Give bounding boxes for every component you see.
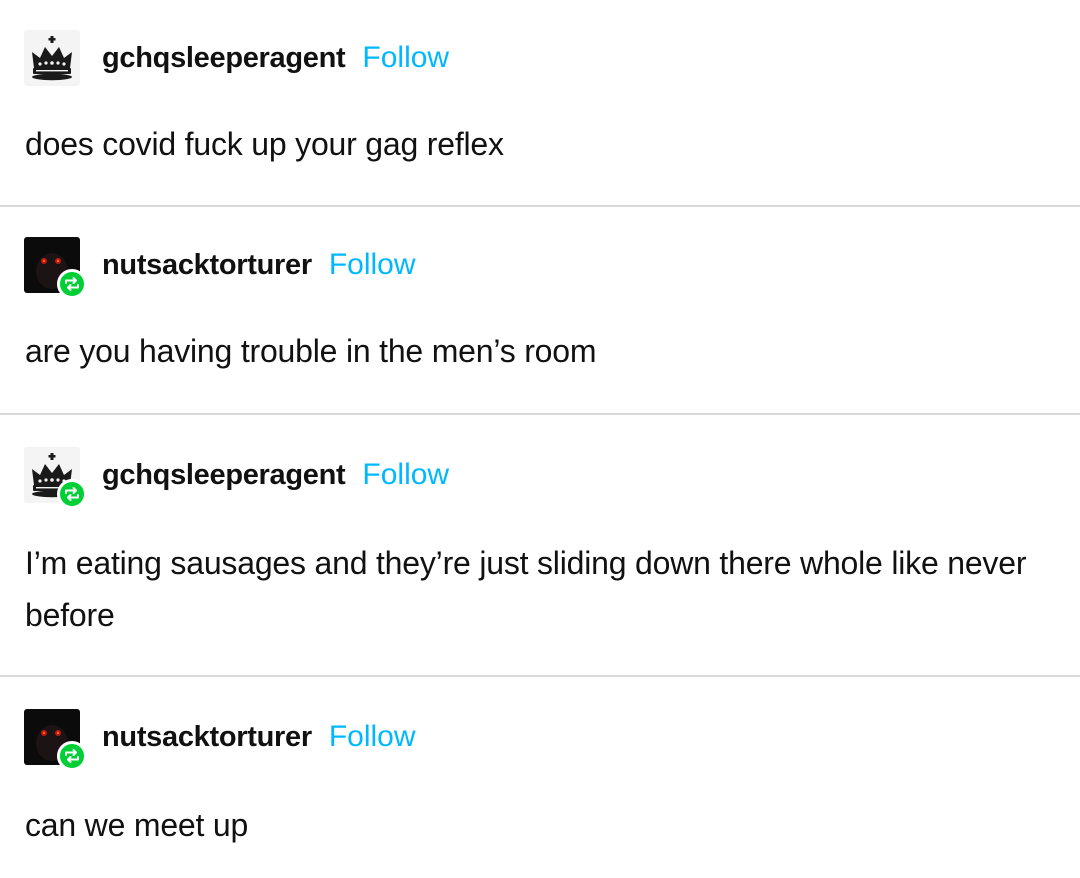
crown-icon	[24, 30, 80, 86]
avatar[interactable]	[24, 709, 87, 771]
avatar[interactable]	[24, 237, 87, 299]
post-text: are you having trouble in the men’s room	[25, 333, 597, 369]
username[interactable]: gchqsleeperagent	[102, 459, 346, 492]
post-header: gchqsleeperagent Follow	[24, 447, 449, 509]
post-header: nutsacktorturer Follow	[24, 237, 416, 299]
follow-button[interactable]: Follow	[362, 41, 449, 75]
post-text: does covid fuck up your gag reflex	[25, 126, 504, 162]
username[interactable]: nutsacktorturer	[102, 721, 312, 754]
username[interactable]: gchqsleeperagent	[102, 42, 346, 75]
post: nutsacktorturer Follow are you having tr…	[0, 207, 1080, 415]
avatar[interactable]	[24, 447, 87, 509]
post-header: gchqsleeperagent Follow	[24, 30, 449, 86]
follow-button[interactable]: Follow	[329, 720, 416, 754]
post-text: I’m eating sausages and they’re just sli…	[25, 545, 1027, 633]
post: nutsacktorturer Follow can we meet up	[0, 677, 1080, 878]
follow-button[interactable]: Follow	[362, 458, 449, 492]
follow-button[interactable]: Follow	[329, 248, 416, 282]
avatar[interactable]	[24, 30, 80, 86]
post: gchqsleeperagent Follow does covid fuck …	[0, 0, 1080, 207]
reblog-icon	[57, 741, 87, 771]
username[interactable]: nutsacktorturer	[102, 249, 312, 282]
post-header: nutsacktorturer Follow	[24, 709, 416, 771]
reblog-thread: gchqsleeperagent Follow does covid fuck …	[0, 0, 1080, 878]
post: gchqsleeperagent Follow I’m eating sausa…	[0, 415, 1080, 677]
reblog-icon	[57, 269, 87, 299]
reblog-icon	[57, 479, 87, 509]
post-text: can we meet up	[25, 807, 249, 843]
